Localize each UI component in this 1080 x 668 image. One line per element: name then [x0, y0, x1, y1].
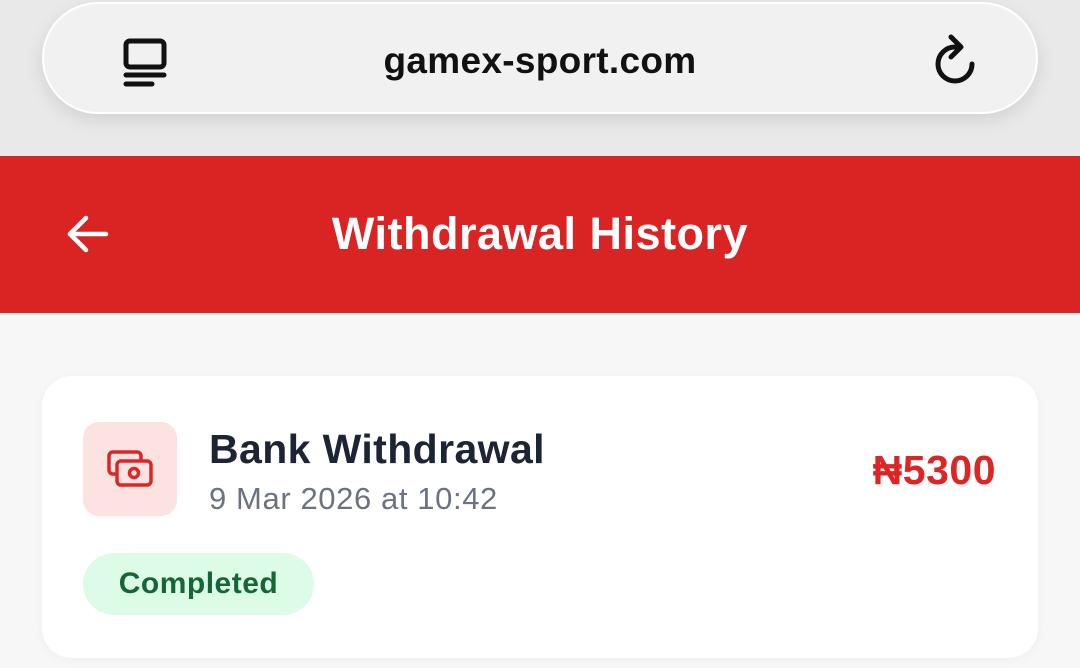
withdrawal-amount: ₦5300 — [872, 447, 996, 493]
address-bar[interactable]: gamex-sport.com — [42, 2, 1038, 114]
tabs-icon[interactable] — [122, 37, 170, 89]
page-title: Withdrawal History — [331, 208, 749, 259]
withdrawal-title: Bank Withdrawal — [209, 426, 545, 472]
app-header: Withdrawal History — [0, 156, 1080, 313]
reload-icon[interactable] — [932, 33, 980, 87]
cash-icon — [83, 422, 177, 516]
status-badge: Completed — [83, 553, 314, 615]
withdrawal-date: 9 Mar 2026 at 10:42 — [209, 481, 498, 516]
browser-top-area: gamex-sport.com — [0, 0, 1080, 156]
withdrawal-card[interactable]: Bank Withdrawal 9 Mar 2026 at 10:42 ₦530… — [42, 376, 1038, 658]
withdrawal-list: Bank Withdrawal 9 Mar 2026 at 10:42 ₦530… — [0, 313, 1080, 668]
url-text[interactable]: gamex-sport.com — [244, 40, 836, 82]
